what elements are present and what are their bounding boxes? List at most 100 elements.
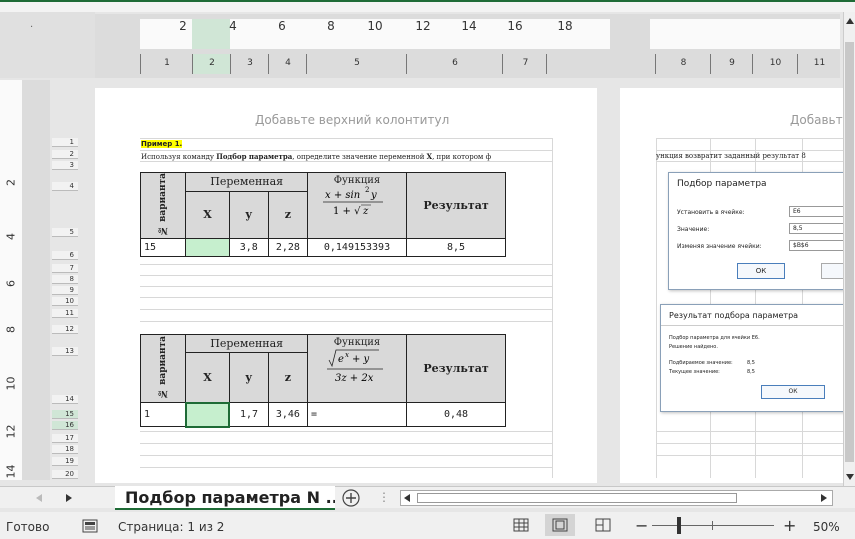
svg-text:x: x [345,351,349,359]
value-input[interactable]: 8,5 [789,223,845,234]
plus-circle-icon[interactable] [342,489,360,507]
horizontal-scroll-thumb[interactable] [417,493,737,503]
chevron-left-icon[interactable] [36,494,42,502]
column-header[interactable]: 6 [406,54,502,74]
current-value-label: Текущее значение: [669,369,720,375]
zoom-level[interactable]: 50% [813,520,840,534]
header-placeholder[interactable]: Добавьте верхний колонтитул [255,113,449,127]
row-header[interactable]: 17 [52,434,78,443]
gridline [140,161,552,162]
row-header[interactable]: 20 [52,470,78,479]
scroll-up-icon[interactable] [846,18,854,24]
row-header[interactable]: 5 [52,228,78,237]
scroll-right-icon[interactable] [821,494,827,502]
gridline [656,138,845,139]
table2-function-cell[interactable]: = [307,402,407,427]
column-header[interactable]: 3 [230,54,268,74]
scroll-left-icon[interactable] [404,494,410,502]
scroll-down-icon[interactable] [846,474,854,480]
table1-y-cell[interactable]: 3,8 [228,238,269,258]
row-header[interactable]: 3 [52,161,78,170]
macro-record-icon[interactable] [82,518,98,534]
ok-button[interactable]: ОК [761,385,825,399]
zoom-in-button[interactable]: + [783,516,796,535]
gridline [140,275,552,276]
row-header[interactable]: 1 [52,138,78,147]
table1-result-header: Результат [405,171,507,240]
column-header[interactable]: 8 [655,54,710,74]
chevron-right-icon[interactable] [66,494,72,502]
row-header[interactable]: 14 [52,395,78,404]
ruler-number: 18 [557,19,573,33]
column-header[interactable]: 10 [752,54,797,74]
goal-seek-dialog: Подбор параметра Установить в ячейке: E6… [668,172,845,290]
row-header[interactable]: 11 [52,309,78,318]
column-header-selected[interactable]: 2 [192,54,230,74]
ruler-number: 14 [461,19,477,33]
table2-variant-cell[interactable]: 1 [139,402,187,427]
table1-x-cell[interactable] [185,238,230,258]
normal-view-icon[interactable] [513,518,529,532]
task-description: Используя команду Подбор параметра, опре… [141,152,492,161]
column-header[interactable]: 1 [140,54,192,74]
header-placeholder-page2[interactable]: Добавьте [790,113,845,127]
table2-z-header: z [267,352,309,403]
table2-z-cell[interactable]: 3,46 [267,402,309,427]
horizontal-ruler: 2 4 6 8 10 12 14 16 18 1 2 3 4 5 6 7 8 9… [95,14,840,78]
table1-variant-cell[interactable]: 15 [139,238,187,258]
tab-split-handle[interactable]: ⋮ [378,490,390,504]
row-header-selected[interactable]: 16 [52,421,78,430]
table1-z-cell[interactable]: 2,28 [267,238,309,258]
page-break-view-icon[interactable] [595,518,611,532]
set-cell-label: Установить в ячейке: [677,209,745,216]
ok-button[interactable]: ОК [737,263,785,279]
table2-y-cell[interactable]: 1,7 [228,402,269,427]
row-header[interactable]: 10 [52,297,78,306]
table1-result-cell[interactable]: 8,5 [405,238,507,258]
ruler-page2-band [650,19,840,49]
scroll-thumb[interactable] [845,42,854,462]
tab-active-sheet[interactable]: Подбор параметра N ... [115,486,335,510]
row-header[interactable]: 2 [52,150,78,159]
row-header[interactable]: 19 [52,457,78,466]
zoom-slider-thumb[interactable] [676,517,681,534]
svg-text:x + sin: x + sin [325,190,360,201]
row-header[interactable]: 12 [52,325,78,334]
page-layout-view-active[interactable] [545,514,575,536]
row-header-selected[interactable]: 15 [52,410,78,419]
column-header[interactable]: 4 [268,54,306,74]
row-header[interactable]: 7 [52,264,78,273]
target-value: 8,5 [747,360,755,366]
gridline [656,431,845,432]
ruler-number: 8 [327,19,335,33]
row-header[interactable]: 8 [52,275,78,284]
row-header[interactable]: 6 [52,251,78,260]
result-line-1: Подбор параметра для ячейки E6. [669,335,760,341]
row-header[interactable]: 18 [52,445,78,454]
window-top-edge [0,0,855,12]
row-header[interactable]: 4 [52,182,78,191]
row-header[interactable]: 13 [52,347,78,356]
changing-cell-input[interactable]: $B$6 [789,240,845,251]
cancel-button[interactable] [821,263,845,279]
svg-text:e: e [338,354,344,365]
zoom-slider-track[interactable] [652,525,774,526]
column-header[interactable]: 7 [502,54,547,74]
table2-variable-header: Переменная [185,334,308,353]
row-header[interactable]: 9 [52,286,78,295]
horizontal-scrollbar[interactable] [400,490,833,506]
table1-function-cell[interactable]: 0,149153393 [307,238,407,258]
table2-x-cell-selected[interactable] [184,401,231,428]
gridline [656,161,845,162]
table2-result-cell[interactable]: 0,48 [405,402,507,427]
svg-text:+ y: + y [352,354,370,365]
ruler-number: 4 [229,19,237,33]
set-cell-input[interactable]: E6 [789,206,845,217]
vertical-scrollbar[interactable] [843,12,855,488]
column-header[interactable]: 11 [797,54,840,74]
column-header[interactable]: 9 [710,54,752,74]
task-description-continued: ункция возвратит заданный результат 8 [656,152,806,160]
zoom-out-button[interactable]: − [635,516,648,535]
column-header[interactable]: 5 [306,54,406,74]
goal-seek-result-dialog: Результат подбора параметра Подбор парам… [660,304,845,412]
